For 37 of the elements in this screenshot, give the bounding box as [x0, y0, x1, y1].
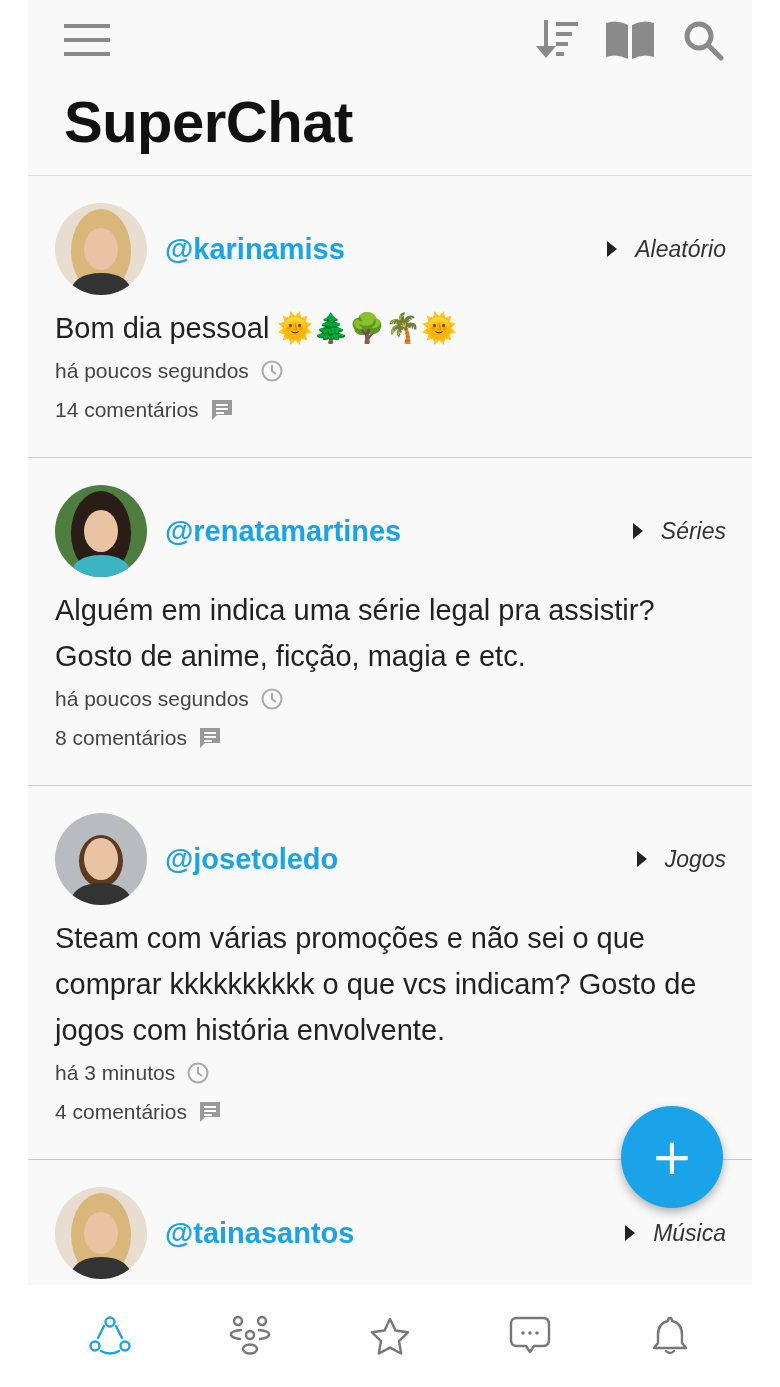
clock-icon: [187, 1061, 210, 1084]
comment-count[interactable]: 8 comentários: [55, 725, 187, 750]
username[interactable]: @renatamartines: [165, 514, 615, 548]
book-icon[interactable]: [606, 21, 654, 59]
timestamp: há poucos segundos: [55, 686, 249, 711]
post-text: Bom dia pessoal 🌞🌲🌳🌴🌞: [55, 310, 459, 347]
caret-icon: [636, 851, 647, 867]
comment-count[interactable]: 14 comentários: [55, 397, 199, 422]
caret-icon: [625, 1225, 636, 1241]
post-text: Alguém em indica uma série legal pra assistir? Gosto de anime, ficção, magia e etc.: [55, 593, 656, 674]
username[interactable]: @tainasantos: [165, 1216, 608, 1250]
menu-icon[interactable]: [64, 24, 110, 56]
community-icon[interactable]: [89, 1316, 131, 1356]
comment-count[interactable]: 4 comentários: [55, 1099, 187, 1124]
caret-icon: [607, 241, 618, 257]
comment-icon: [210, 398, 233, 421]
category-label: Aleatório: [635, 235, 726, 263]
clock-icon: [260, 687, 283, 710]
timestamp: há 3 minutos: [55, 1060, 176, 1085]
category-label: Música: [653, 1219, 726, 1247]
search-icon[interactable]: [682, 19, 724, 61]
comment-icon: [198, 726, 221, 749]
username[interactable]: @josetoledo: [165, 842, 619, 876]
category-label: Jogos: [664, 845, 726, 873]
caret-icon: [632, 523, 643, 539]
username[interactable]: @karinamiss: [165, 232, 590, 266]
chat-icon[interactable]: [509, 1316, 551, 1356]
comment-icon: [198, 1100, 221, 1123]
clock-icon: [260, 359, 283, 382]
people-icon[interactable]: [229, 1316, 271, 1356]
post-text: Steam com várias promoções e não sei o que comprar kkkkkkkkkk o que vcs indicam? Gosto de jogos com história envolvente.: [55, 921, 698, 1048]
timestamp: há poucos segundos: [55, 358, 249, 383]
category-label: Séries: [660, 517, 726, 545]
star-icon[interactable]: [369, 1316, 411, 1356]
sort-icon[interactable]: [536, 20, 578, 60]
add-post-button[interactable]: +: [621, 1106, 723, 1208]
app-title: SuperChat: [64, 88, 354, 155]
